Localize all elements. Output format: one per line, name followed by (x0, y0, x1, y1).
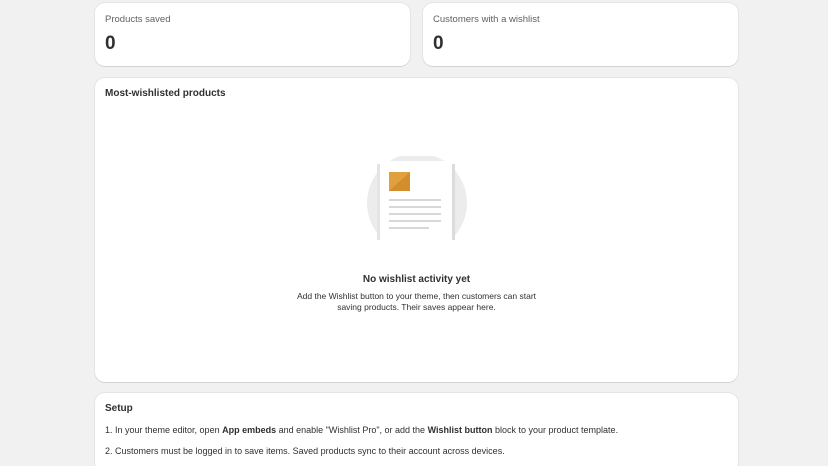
empty-state-title: No wishlist activity yet (362, 274, 471, 285)
setup-step-1-suffix: block to your product template. (492, 425, 619, 435)
wishlist-button-text: Wishlist button (427, 425, 493, 435)
empty-state-description: Add the Wishlist button to your theme, t… (296, 291, 537, 312)
products-saved-value: 0 (105, 33, 116, 54)
setup-step-1-middle: and enable "Wishlist Pro", or add the (276, 425, 428, 435)
most-wishlisted-title: Most-wishlisted products (105, 88, 226, 99)
customers-with-wishlist-label: Customers with a wishlist (433, 14, 540, 25)
products-saved-card: Products saved 0 (95, 3, 410, 66)
most-wishlisted-card: Most-wishlisted products No wishlist act… (95, 78, 738, 382)
setup-step-1: 1. In your theme editor, open App embeds… (105, 425, 618, 435)
setup-card: Setup 1. In your theme editor, open App … (95, 393, 738, 466)
products-saved-label: Products saved (105, 14, 171, 25)
setup-title: Setup (105, 403, 133, 414)
customers-with-wishlist-card: Customers with a wishlist 0 (423, 3, 738, 66)
setup-step-1-prefix: 1. In your theme editor, open (105, 425, 223, 435)
app-embeds-text: App embeds (222, 425, 277, 435)
customers-with-wishlist-value: 0 (433, 33, 444, 54)
setup-step-2: 2. Customers must be logged in to save i… (105, 446, 505, 456)
document-placeholder-icon (365, 156, 469, 240)
